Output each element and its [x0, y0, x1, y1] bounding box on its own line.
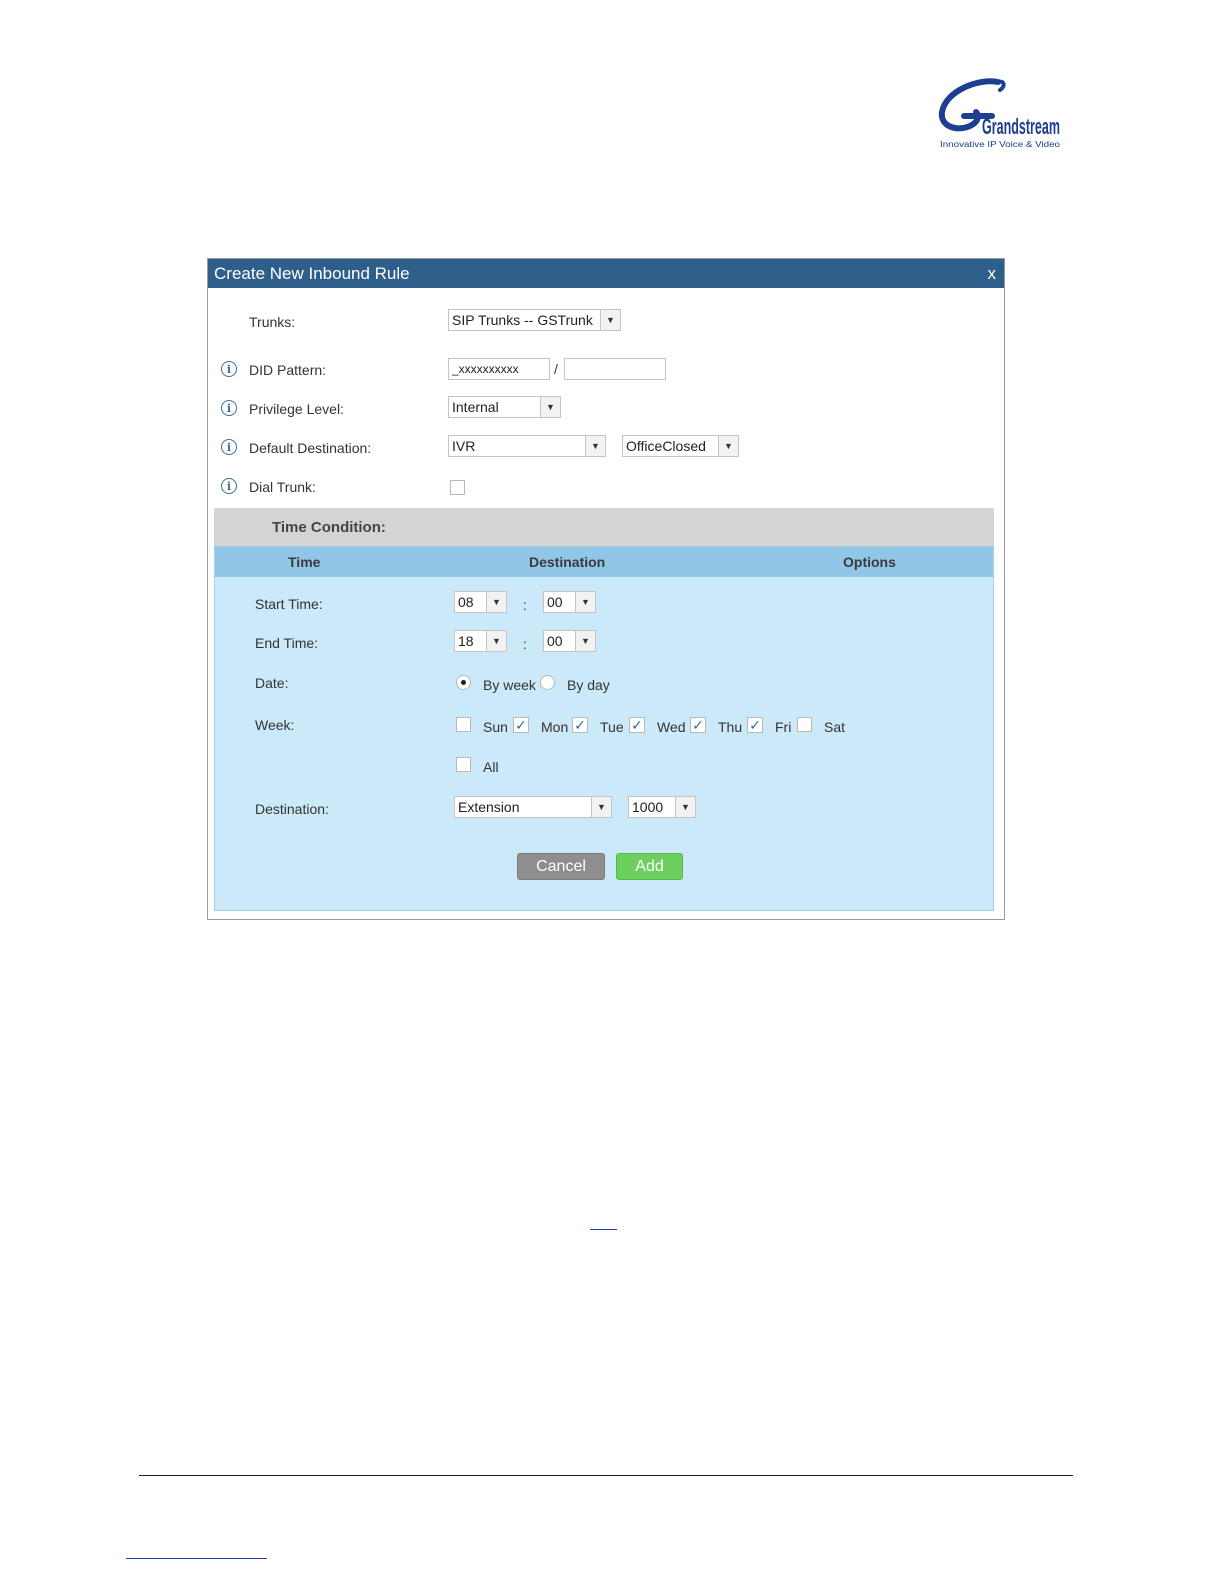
- privilege-level-value: Internal: [452, 399, 499, 415]
- info-icon[interactable]: i: [221, 361, 237, 377]
- week-sat-label: Sat: [824, 719, 846, 735]
- default-destination-type-value: IVR: [452, 438, 476, 454]
- grandstream-logo: Grandstream Innovative IP Voice & Video: [936, 76, 1064, 152]
- column-destination: Destination: [529, 554, 606, 570]
- week-tue-label: Tue: [600, 719, 624, 735]
- by-day-label: By day: [567, 677, 610, 693]
- week-wed-checkbox[interactable]: ✓: [629, 717, 645, 733]
- end-hour-select[interactable]: 18 ▼: [454, 630, 507, 652]
- default-destination-type-select[interactable]: IVR ▼: [448, 435, 606, 457]
- trunks-select[interactable]: SIP Trunks -- GSTrunk ▼: [448, 309, 621, 331]
- inbound-rule-dialog: Create New Inbound Rule x Trunks: SIP Tr…: [207, 258, 1005, 920]
- trunks-label: Trunks:: [249, 314, 296, 330]
- week-all-label: All: [483, 759, 499, 775]
- link-underline[interactable]: [590, 1229, 617, 1230]
- week-wed-label: Wed: [657, 719, 686, 735]
- chevron-down-icon: ▼: [718, 436, 738, 456]
- privilege-level-select[interactable]: Internal ▼: [448, 396, 561, 418]
- start-hour-select[interactable]: 08 ▼: [454, 591, 507, 613]
- week-mon-checkbox[interactable]: ✓: [513, 717, 529, 733]
- end-minute-select[interactable]: 00 ▼: [543, 630, 596, 652]
- info-icon[interactable]: i: [221, 478, 237, 494]
- end-time-label: End Time:: [255, 635, 319, 651]
- default-destination-select[interactable]: OfficeClosed ▼: [622, 435, 739, 457]
- trunks-value: SIP Trunks -- GSTrunk: [452, 312, 593, 328]
- week-sun-checkbox[interactable]: [456, 717, 471, 732]
- chevron-down-icon: ▼: [585, 436, 605, 456]
- close-button[interactable]: x: [986, 264, 999, 284]
- default-destination-label: Default Destination:: [249, 440, 372, 456]
- week-thu-label: Thu: [718, 719, 743, 735]
- by-week-radio[interactable]: [456, 675, 471, 690]
- chevron-down-icon: ▼: [575, 631, 595, 651]
- did-separator: /: [554, 361, 558, 377]
- cancel-button[interactable]: Cancel: [517, 853, 605, 880]
- did-pattern-input[interactable]: [448, 358, 550, 380]
- info-icon[interactable]: i: [221, 400, 237, 416]
- week-fri-label: Fri: [775, 719, 792, 735]
- start-minute-select[interactable]: 00 ▼: [543, 591, 596, 613]
- column-time: Time: [288, 554, 321, 570]
- week-thu-checkbox[interactable]: ✓: [690, 717, 706, 733]
- privilege-level-label: Privilege Level:: [249, 401, 344, 417]
- start-time-colon: :: [523, 597, 527, 613]
- destination-label: Destination:: [255, 801, 329, 817]
- destination-type-value: Extension: [458, 799, 520, 815]
- did-pattern-label: DID Pattern:: [249, 362, 327, 378]
- chevron-down-icon: ▼: [540, 397, 560, 417]
- week-label: Week:: [255, 717, 295, 733]
- add-button[interactable]: Add: [616, 853, 683, 880]
- by-day-radio[interactable]: [540, 675, 555, 690]
- chevron-down-icon: ▼: [486, 592, 506, 612]
- did-pattern-input-2[interactable]: [564, 358, 666, 380]
- time-condition-panel: Time Destination Options Start Time: 08 …: [214, 546, 994, 911]
- week-tue-checkbox[interactable]: ✓: [572, 717, 588, 733]
- footer-divider: [139, 1475, 1073, 1476]
- week-all-checkbox[interactable]: [456, 757, 471, 772]
- time-condition-bar: Time Condition:: [214, 508, 994, 546]
- week-fri-checkbox[interactable]: ✓: [747, 717, 763, 733]
- end-time-colon: :: [523, 636, 527, 652]
- start-minute-value: 00: [547, 594, 563, 610]
- info-icon[interactable]: i: [221, 439, 237, 455]
- week-mon-label: Mon: [541, 719, 569, 735]
- date-label: Date:: [255, 675, 289, 691]
- chevron-down-icon: ▼: [600, 310, 620, 330]
- start-time-label: Start Time:: [255, 596, 323, 612]
- default-destination-value: OfficeClosed: [626, 438, 706, 454]
- logo-brand-text: Grandstream: [982, 114, 1060, 139]
- column-options: Options: [843, 554, 896, 570]
- chevron-down-icon: ▼: [591, 797, 611, 817]
- footer-link-underline[interactable]: [126, 1558, 267, 1559]
- end-minute-value: 00: [547, 633, 563, 649]
- chevron-down-icon: ▼: [486, 631, 506, 651]
- start-hour-value: 08: [458, 594, 474, 610]
- dialog-header: Create New Inbound Rule x: [208, 259, 1004, 288]
- destination-type-select[interactable]: Extension ▼: [454, 796, 612, 818]
- dialog-title: Create New Inbound Rule: [214, 263, 410, 283]
- time-condition-table-header: Time Destination Options: [215, 547, 993, 577]
- week-sat-checkbox[interactable]: [797, 717, 812, 732]
- week-sun-label: Sun: [483, 719, 508, 735]
- time-condition-title: Time Condition:: [272, 518, 386, 536]
- chevron-down-icon: ▼: [575, 592, 595, 612]
- by-week-label: By week: [483, 677, 536, 693]
- destination-select[interactable]: 1000 ▼: [628, 796, 696, 818]
- dial-trunk-label: Dial Trunk:: [249, 479, 316, 495]
- destination-value: 1000: [632, 799, 664, 815]
- logo-tagline: Innovative IP Voice & Video: [940, 140, 1061, 149]
- end-hour-value: 18: [458, 633, 474, 649]
- dial-trunk-checkbox[interactable]: [450, 480, 465, 495]
- chevron-down-icon: ▼: [675, 797, 695, 817]
